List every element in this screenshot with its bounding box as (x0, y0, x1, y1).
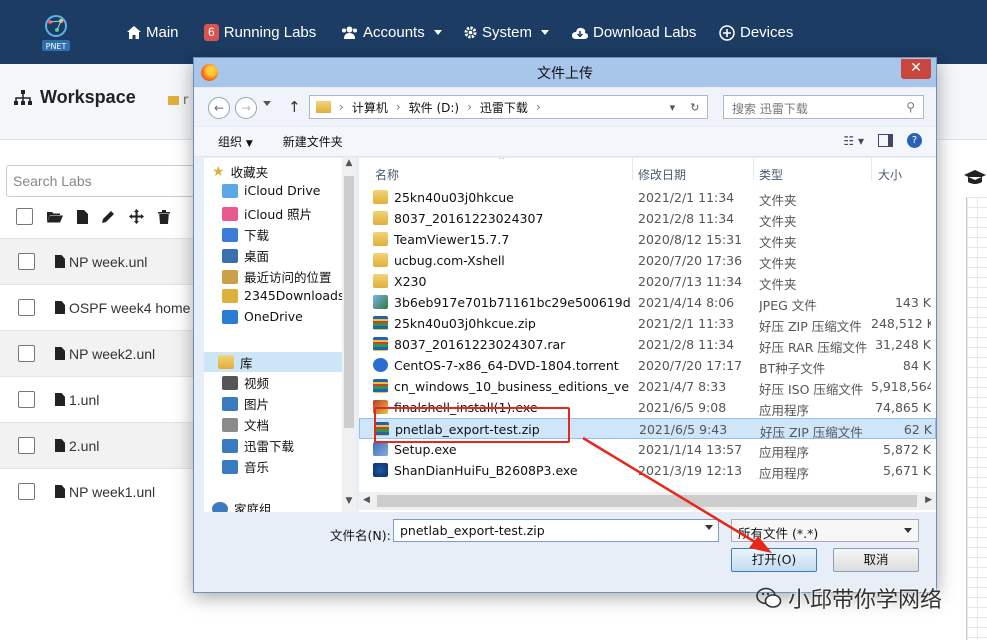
annotation-arrow (582, 436, 772, 553)
watermark-text: 小邱带你学网络 (788, 588, 943, 613)
watermark: 小邱带你学网络 (756, 582, 942, 614)
wechat-icon (756, 587, 782, 608)
